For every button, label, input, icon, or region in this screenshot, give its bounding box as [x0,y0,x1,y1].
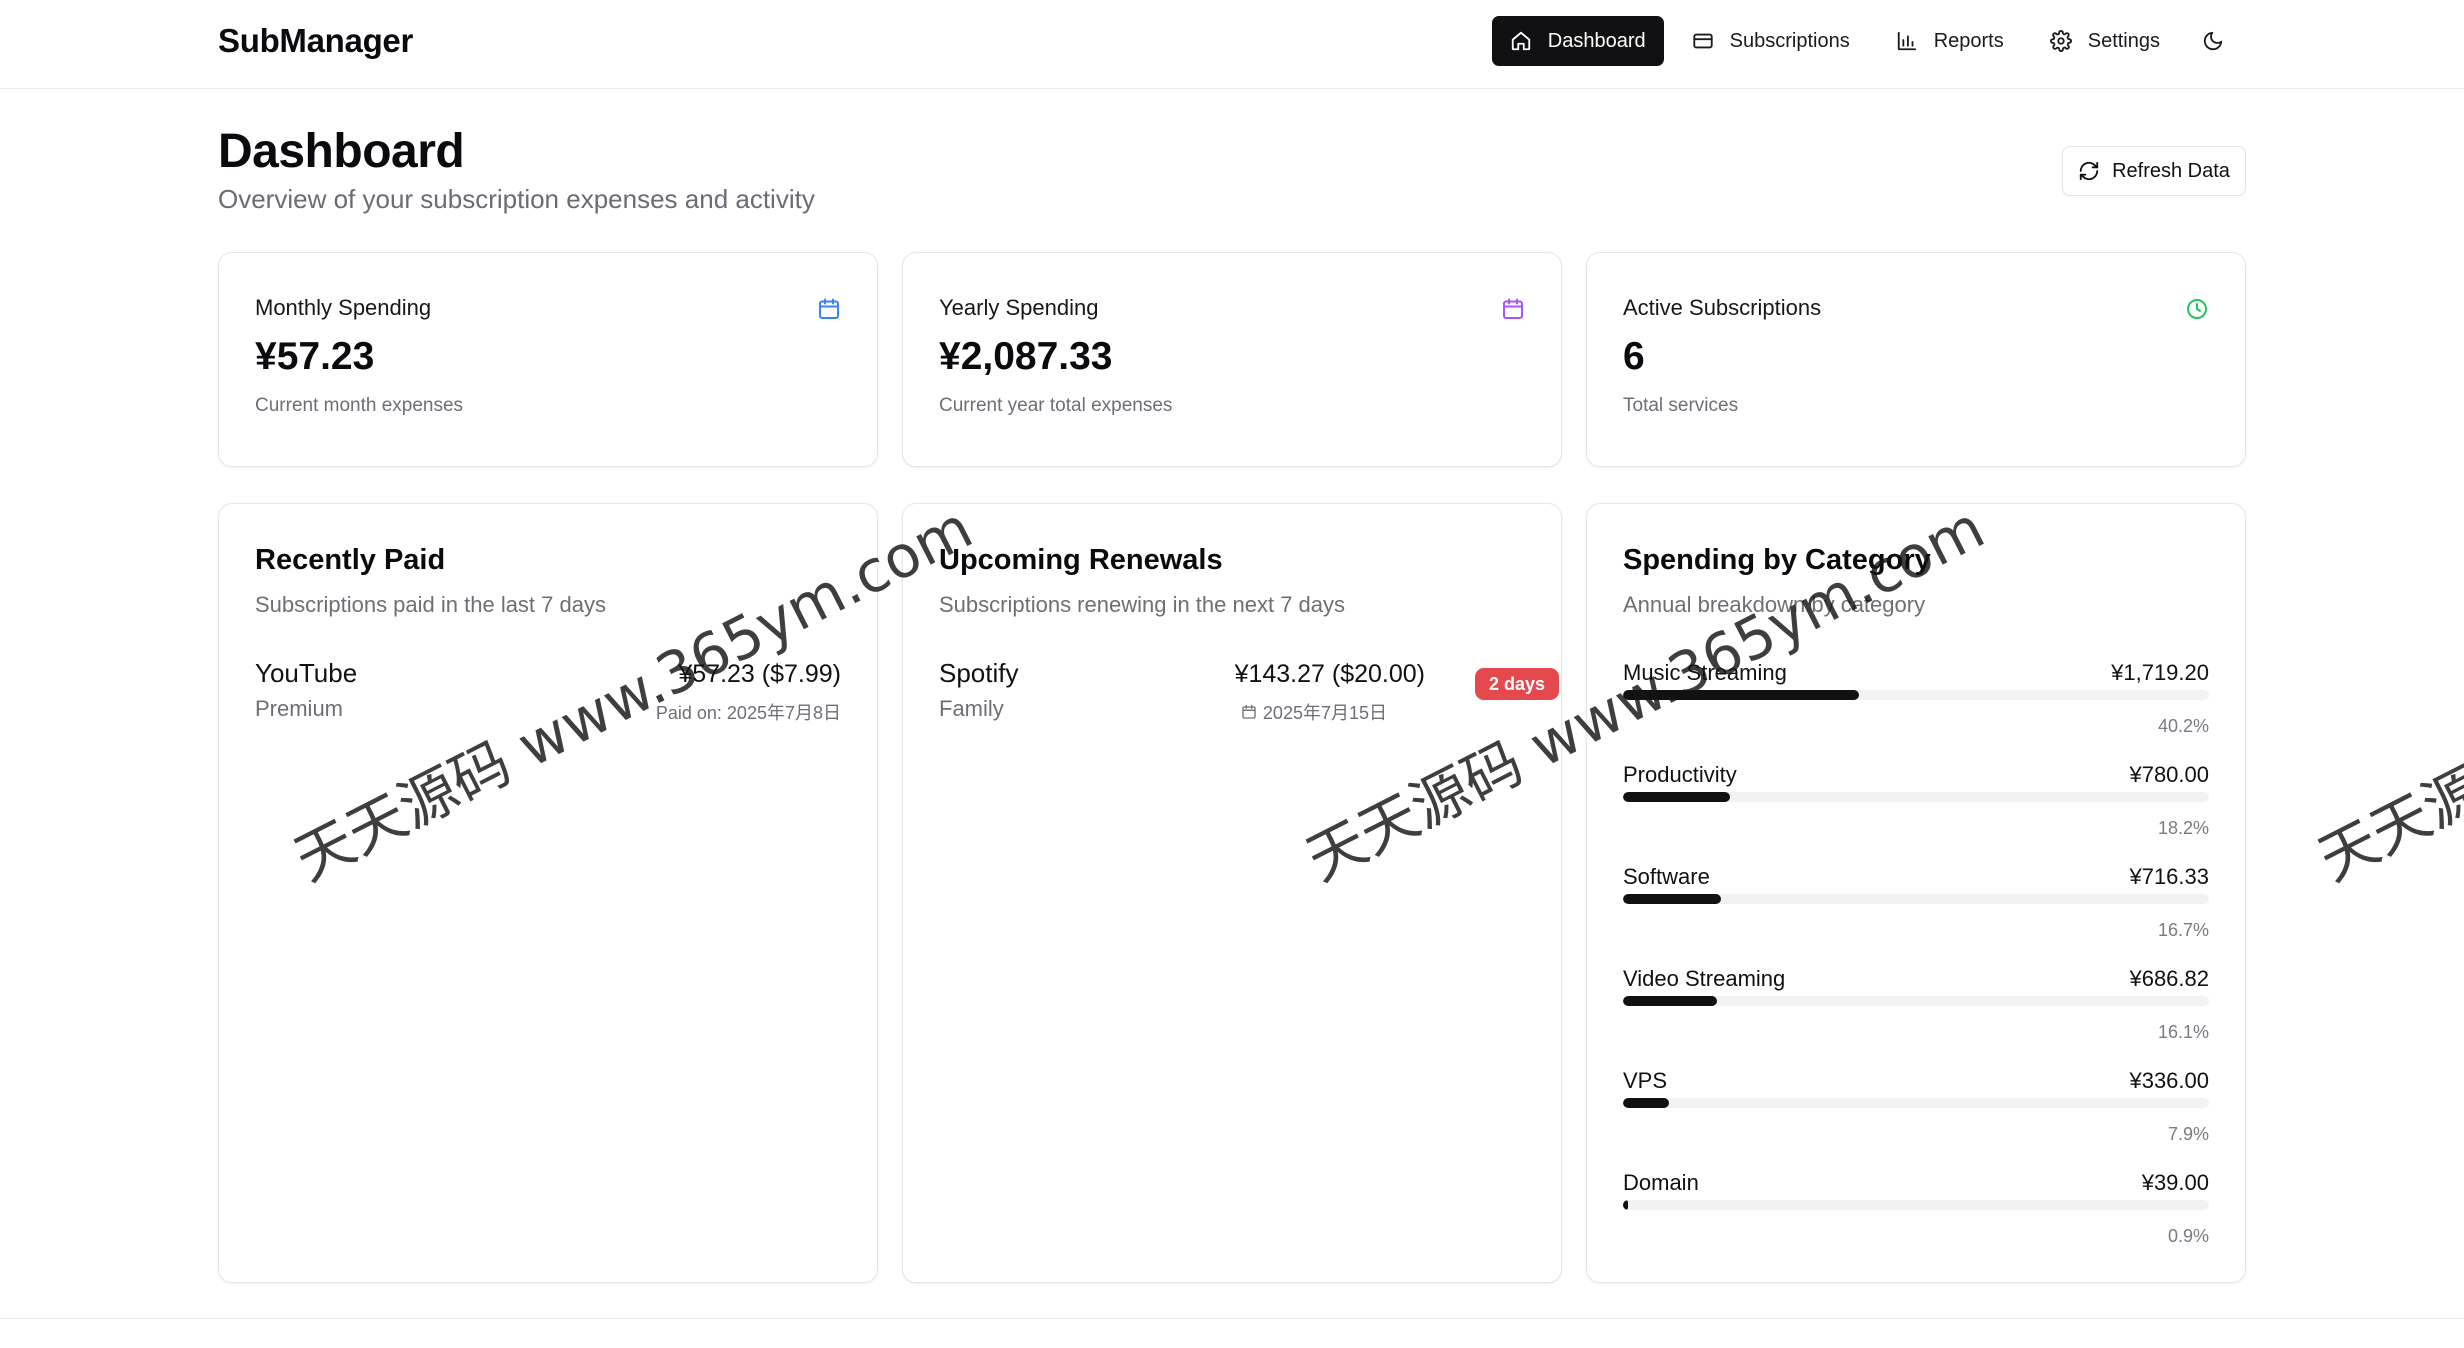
subscription-price: ¥57.23 ($7.99) [678,660,841,688]
app-brand[interactable]: SubManager [218,22,413,60]
page-title: Dashboard [218,125,465,178]
refresh-label: Refresh Data [2112,159,2230,182]
stat-value: 6 [1623,335,1645,378]
days-left-badge: 2 days [1474,668,1559,700]
category-amount: ¥1,719.20 [2111,660,2209,685]
stat-value: ¥2,087.33 [939,335,1113,378]
category-row: Productivity ¥780.00 18.2% [1623,762,2209,852]
category-progress-fill [1623,792,1730,802]
upcoming-renewals-panel: Upcoming Renewals Subscriptions renewing… [902,503,1562,1283]
category-progress-track [1623,1200,2209,1210]
renewal-date-text: 2025年7月15日 [1262,703,1387,723]
category-name: Productivity [1623,762,1737,787]
nav-dashboard[interactable]: Dashboard [1491,16,1664,66]
category-name: Music Streaming [1623,660,1787,685]
panel-title: Spending by Category [1623,544,1931,576]
main-nav: Dashboard Subscriptions Reports Settings [1491,16,2238,66]
panel-subtitle: Subscriptions paid in the last 7 days [255,592,606,617]
category-progress-track [1623,894,2209,904]
category-progress-track [1623,996,2209,1006]
active-subscriptions-card: Active Subscriptions 6 Total services [1586,252,2246,467]
list-item[interactable]: Spotify Family ¥143.27 ($20.00) 2025年7月1… [939,658,1559,728]
panel-title: Upcoming Renewals [939,544,1223,576]
watermark: 天天源码 www.365ym.com [2307,493,2464,895]
category-progress-track [1623,792,2209,802]
category-row: Music Streaming ¥1,719.20 40.2% [1623,660,2209,750]
category-amount: ¥686.82 [2129,966,2209,991]
page-subtitle: Overview of your subscription expenses a… [218,184,815,214]
renewal-date: 2025年7月15日 [1241,699,1387,725]
category-progress-fill [1623,996,1718,1006]
category-progress-fill [1623,894,1721,904]
category-progress-fill [1623,1098,1670,1108]
stat-label: Monthly Spending [255,295,432,320]
stat-label: Active Subscriptions [1623,295,1822,320]
nav-subscriptions[interactable]: Subscriptions [1674,16,1868,66]
refresh-icon [2079,161,2099,181]
moon-icon [2203,31,2223,51]
refresh-data-button[interactable]: Refresh Data [2062,146,2246,196]
spending-by-category-panel: Spending by Category Annual breakdown by… [1586,503,2246,1283]
category-percent: 40.2% [2157,716,2209,736]
footer-divider [0,1318,2464,1319]
category-row: Software ¥716.33 16.7% [1623,864,2209,954]
subscription-name: Spotify [939,658,1019,688]
subscription-plan: Family [939,696,1004,721]
category-row: Video Streaming ¥686.82 16.1% [1623,966,2209,1056]
nav-settings-label: Settings [2087,29,2160,52]
category-percent: 0.9% [2167,1226,2209,1246]
monthly-spending-card: Monthly Spending ¥57.23 Current month ex… [218,252,878,467]
category-name: VPS [1623,1068,1668,1093]
nav-settings[interactable]: Settings [2032,16,2178,66]
category-name: Video Streaming [1623,966,1786,991]
yearly-spending-card: Yearly Spending ¥2,087.33 Current year t… [902,252,1562,467]
subscription-plan: Premium [255,696,344,721]
calendar-icon [1242,705,1256,719]
stat-description: Current year total expenses [939,395,1173,416]
category-amount: ¥716.33 [2129,864,2209,889]
category-row: VPS ¥336.00 7.9% [1623,1068,2209,1158]
stat-value: ¥57.23 [255,335,375,378]
category-percent: 7.9% [2167,1124,2209,1144]
nav-dashboard-label: Dashboard [1547,29,1646,52]
panel-title: Recently Paid [255,544,446,576]
category-percent: 18.2% [2157,818,2209,838]
category-name: Domain [1623,1170,1699,1195]
category-percent: 16.7% [2157,920,2209,940]
panel-subtitle: Subscriptions renewing in the next 7 day… [939,592,1346,617]
stat-description: Total services [1623,395,1739,416]
theme-toggle-button[interactable] [2188,16,2238,66]
stat-description: Current month expenses [255,395,464,416]
top-header: SubManager Dashboard Subscriptions Repor… [0,0,2464,89]
credit-card-icon [1693,33,1713,49]
list-item[interactable]: YouTube Premium ¥57.23 ($7.99) Paid on: … [255,658,841,728]
gear-icon [2049,30,2072,52]
category-progress-track [1623,1098,2209,1108]
category-row: Domain ¥39.00 0.9% [1623,1170,2209,1260]
stat-label: Yearly Spending [939,295,1099,320]
category-amount: ¥39.00 [2141,1170,2209,1195]
category-progress-fill [1623,1200,1629,1210]
nav-reports[interactable]: Reports [1878,16,2022,66]
bar-chart-icon [1897,31,1916,51]
calendar-icon [817,297,841,321]
home-icon [1511,31,1530,51]
subscription-price: ¥143.27 ($20.00) [1234,660,1425,688]
category-amount: ¥336.00 [2129,1068,2209,1093]
paid-date: Paid on: 2025年7月8日 [655,703,841,723]
nav-subscriptions-label: Subscriptions [1729,29,1850,52]
subscription-name: YouTube [255,658,358,688]
category-name: Software [1623,864,1710,889]
category-progress-fill [1623,690,1859,700]
panel-subtitle: Annual breakdown by category [1623,592,1926,617]
category-percent: 16.1% [2157,1022,2209,1042]
category-progress-track [1623,690,2209,700]
clock-icon [2185,297,2209,321]
recently-paid-panel: Recently Paid Subscriptions paid in the … [218,503,878,1283]
calendar-icon [1501,297,1525,321]
nav-reports-label: Reports [1933,29,2004,52]
category-amount: ¥780.00 [2129,762,2209,787]
